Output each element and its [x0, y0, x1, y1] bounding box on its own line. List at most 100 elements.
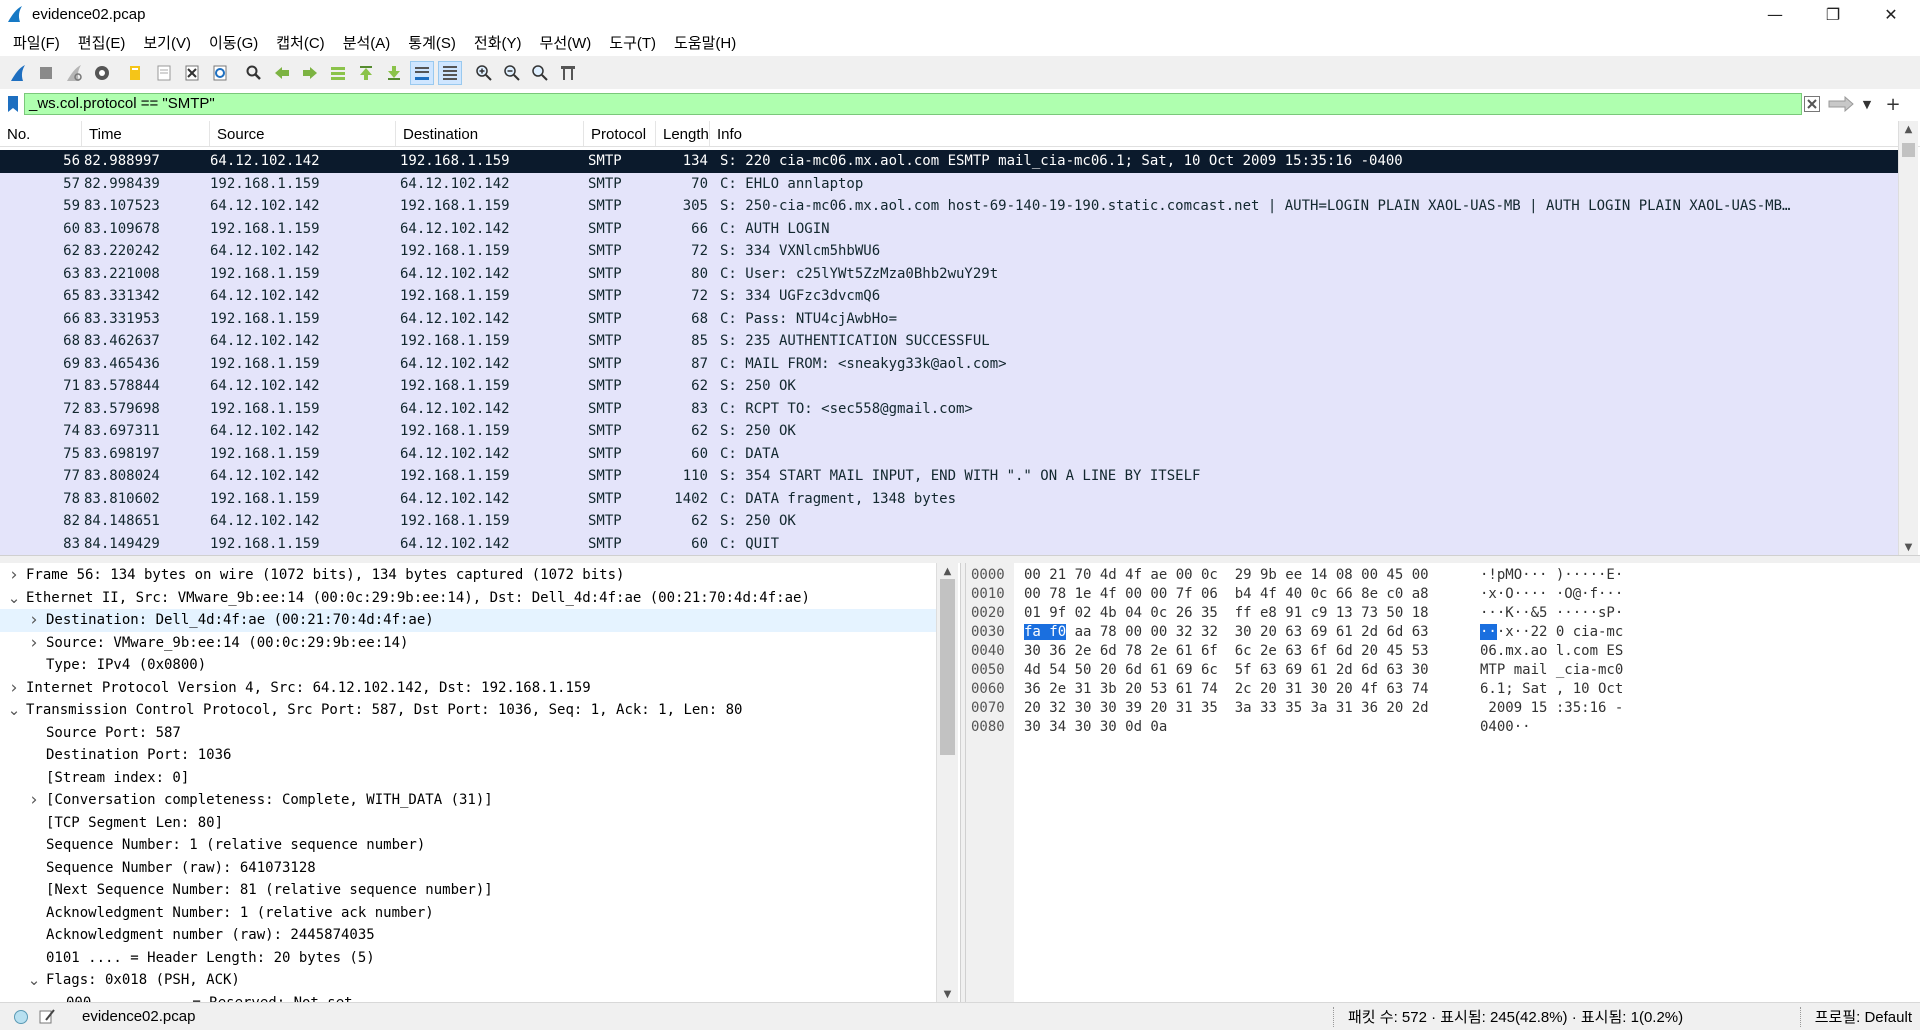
packet-row[interactable]: 62 83.220242 64.12.102.142 192.168.1.159 SMT… — [0, 240, 1898, 263]
detail-row[interactable]: › Frame 56: 134 bytes on wire (1072 bits)… — [0, 564, 936, 587]
detail-row[interactable]: ⌄ Ethernet II, Src: VMware_9b:ee:14 (00:0… — [0, 587, 936, 610]
packet-row[interactable]: 75 83.698197 192.168.1.159 64.12.102.142 SMT… — [0, 442, 1898, 465]
packet-row[interactable]: 65 83.331342 64.12.102.142 192.168.1.159 SMT… — [0, 285, 1898, 308]
packet-list-scrollbar[interactable]: ▲ ▼ — [1898, 121, 1918, 555]
scroll-thumb[interactable] — [1902, 143, 1915, 157]
go-back-icon[interactable] — [270, 61, 294, 85]
menu-help[interactable]: 도움말(H) — [665, 32, 745, 53]
scroll-down-icon[interactable]: ▼ — [937, 986, 958, 1002]
expand-icon[interactable]: › — [6, 564, 22, 587]
save-file-icon[interactable] — [152, 61, 176, 85]
detail-row[interactable]: [Next Sequence Number: 81 (relative sequ… — [0, 879, 936, 902]
packet-row[interactable]: 68 83.462637 64.12.102.142 192.168.1.159 SMT… — [0, 330, 1898, 353]
packet-row[interactable]: 83 84.149429 192.168.1.159 64.12.102.142 SMT… — [0, 532, 1898, 555]
packet-row[interactable]: 74 83.697311 64.12.102.142 192.168.1.159 SMT… — [0, 420, 1898, 443]
menu-wireless[interactable]: 무선(W) — [531, 32, 601, 53]
column-length[interactable]: Length — [656, 121, 710, 146]
byte-hex-row[interactable]: 00 21 70 4d 4f ae 00 0c 29 9b ee 14 08 0… — [1024, 566, 1429, 585]
expand-icon[interactable]: › — [26, 789, 42, 812]
detail-row[interactable]: › Source: VMware_9b:ee:14 (00:0c:29:9b:ee… — [0, 632, 936, 655]
detail-row[interactable]: › Internet Protocol Version 4, Src: 64.12… — [0, 677, 936, 700]
collapse-icon[interactable]: ⌄ — [6, 590, 22, 605]
menu-view[interactable]: 보기(V) — [134, 32, 200, 53]
packet-row[interactable]: 72 83.579698 192.168.1.159 64.12.102.142 SMT… — [0, 397, 1898, 420]
packet-row[interactable]: 59 83.107523 64.12.102.142 192.168.1.159 SMT… — [0, 195, 1898, 218]
packet-row[interactable]: 63 83.221008 192.168.1.159 64.12.102.142 SMT… — [0, 262, 1898, 285]
menu-capture[interactable]: 캡처(C) — [267, 32, 333, 53]
packet-row[interactable]: 57 82.998439 192.168.1.159 64.12.102.142 SMT… — [0, 172, 1898, 195]
byte-hex-row[interactable]: 36 2e 31 3b 20 53 61 74 2c 20 31 30 20 4… — [1024, 680, 1429, 699]
go-last-icon[interactable] — [382, 61, 406, 85]
zoom-normal-icon[interactable] — [528, 61, 552, 85]
menu-go[interactable]: 이동(G) — [200, 32, 267, 53]
detail-row[interactable]: › [Conversation completeness: Complete, W… — [0, 789, 936, 812]
apply-filter-icon[interactable] — [1826, 95, 1856, 113]
packet-row[interactable]: 66 83.331953 192.168.1.159 64.12.102.142 SMT… — [0, 307, 1898, 330]
byte-hex-row[interactable]: 30 34 30 30 0d 0a — [1024, 718, 1429, 737]
scroll-down-icon[interactable]: ▼ — [1899, 539, 1918, 555]
resize-columns-icon[interactable] — [556, 61, 580, 85]
byte-ascii-row[interactable]: ···x··22 0 cia-mc — [1480, 623, 1623, 642]
reload-file-icon[interactable] — [208, 61, 232, 85]
scroll-up-icon[interactable]: ▲ — [1899, 121, 1918, 137]
capture-options-icon[interactable] — [90, 61, 114, 85]
stop-capture-icon[interactable] — [34, 61, 58, 85]
byte-hex-row[interactable]: 01 9f 02 4b 04 0c 26 35 ff e8 91 c9 13 7… — [1024, 604, 1429, 623]
display-filter-input[interactable]: _ws.col.protocol == "SMTP" — [24, 93, 1802, 115]
expand-icon[interactable]: › — [6, 677, 22, 700]
detail-row[interactable]: Sequence Number (raw): 641073128 — [0, 857, 936, 880]
pane-splitter[interactable] — [0, 555, 1920, 563]
clear-filter-icon[interactable] — [1803, 95, 1821, 113]
maximize-button[interactable]: ❐ — [1804, 0, 1862, 28]
menu-statistics[interactable]: 통계(S) — [399, 32, 465, 53]
detail-row[interactable]: Source Port: 587 — [0, 722, 936, 745]
zoom-in-icon[interactable] — [472, 61, 496, 85]
packet-row[interactable]: 71 83.578844 64.12.102.142 192.168.1.159 SMT… — [0, 375, 1898, 398]
column-no[interactable]: No. — [0, 121, 82, 146]
selected-bytes[interactable]: fa f0 — [1024, 624, 1067, 640]
expert-info-icon[interactable] — [12, 1008, 30, 1026]
column-source[interactable]: Source — [210, 121, 396, 146]
detail-row[interactable]: ⌄ Flags: 0x018 (PSH, ACK) — [0, 969, 936, 992]
colorize-icon[interactable] — [438, 60, 462, 85]
byte-ascii-row[interactable]: 6.1; Sat , 10 Oct — [1480, 680, 1623, 699]
close-file-icon[interactable] — [180, 61, 204, 85]
capture-comment-icon[interactable] — [38, 1008, 56, 1026]
byte-hex-row[interactable]: fa f0 aa 78 00 00 32 32 30 20 63 69 61 2… — [1024, 623, 1429, 642]
open-file-icon[interactable] — [124, 61, 148, 85]
menu-file[interactable]: 파일(F) — [4, 32, 69, 53]
byte-ascii-row[interactable]: 06.mx.ao l.com ES — [1480, 642, 1623, 661]
packet-row[interactable]: 78 83.810602 192.168.1.159 64.12.102.142 SMT… — [0, 487, 1898, 510]
byte-ascii-row[interactable]: 2009 15 :35:16 - — [1480, 699, 1623, 718]
detail-row[interactable]: [Stream index: 0] — [0, 767, 936, 790]
column-destination[interactable]: Destination — [396, 121, 584, 146]
byte-ascii-row[interactable]: ···K··&5 ·····sP· — [1480, 604, 1623, 623]
packet-row[interactable]: 77 83.808024 64.12.102.142 192.168.1.159 SMT… — [0, 465, 1898, 488]
detail-row[interactable]: › Destination: Dell_4d:4f:ae (00:21:70:4d… — [0, 609, 936, 632]
packet-row[interactable]: 60 83.109678 192.168.1.159 64.12.102.142 SMT… — [0, 217, 1898, 240]
autoscroll-icon[interactable] — [410, 60, 434, 85]
collapse-icon[interactable]: ⌄ — [26, 973, 42, 988]
collapse-icon[interactable]: ⌄ — [6, 703, 22, 718]
add-filter-button[interactable]: + — [1884, 93, 1902, 115]
zoom-out-icon[interactable] — [500, 61, 524, 85]
detail-row[interactable]: Type: IPv4 (0x0800) — [0, 654, 936, 677]
detail-row[interactable]: Destination Port: 1036 — [0, 744, 936, 767]
detail-row[interactable]: Acknowledgment number (raw): 2445874035 — [0, 924, 936, 947]
go-forward-icon[interactable] — [298, 61, 322, 85]
menu-analyze[interactable]: 분석(A) — [334, 32, 400, 53]
detail-row[interactable]: Sequence Number: 1 (relative sequence nu… — [0, 834, 936, 857]
byte-hex-row[interactable]: 00 78 1e 4f 00 00 7f 06 b4 4f 40 0c 66 8… — [1024, 585, 1429, 604]
menu-telephony[interactable]: 전화(Y) — [465, 32, 531, 53]
column-time[interactable]: Time — [82, 121, 210, 146]
minimize-button[interactable]: — — [1746, 0, 1804, 28]
detail-row[interactable]: Acknowledgment Number: 1 (relative ack n… — [0, 902, 936, 925]
start-capture-icon[interactable] — [6, 61, 30, 85]
packet-row[interactable]: 82 84.148651 64.12.102.142 192.168.1.159 SMT… — [0, 510, 1898, 533]
byte-ascii-row[interactable]: MTP mail _cia-mc0 — [1480, 661, 1623, 680]
byte-hex-row[interactable]: 4d 54 50 20 6d 61 69 6c 5f 63 69 61 2d 6… — [1024, 661, 1429, 680]
bookmark-icon[interactable] — [4, 93, 22, 115]
byte-ascii-row[interactable]: 0400·· — [1480, 718, 1623, 737]
filter-history-dropdown[interactable]: ▼ — [1860, 95, 1874, 113]
menu-tools[interactable]: 도구(T) — [600, 32, 665, 53]
